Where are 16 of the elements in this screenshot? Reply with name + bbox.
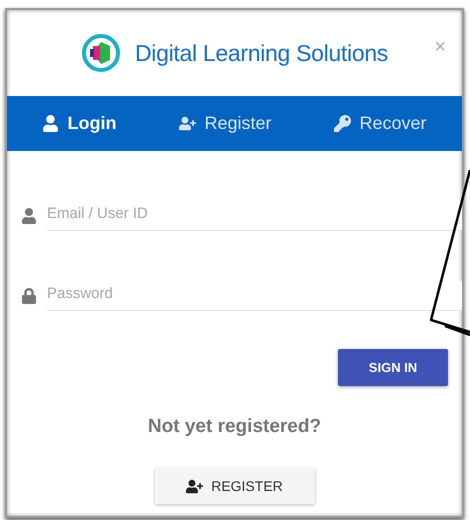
add-user-icon — [186, 478, 204, 494]
add-user-icon — [179, 115, 196, 132]
tab[interactable]: Register — [173, 112, 278, 135]
register-prompt: Not yet registered? — [148, 416, 322, 438]
key-icon — [334, 115, 352, 132]
tab[interactable]: Login — [36, 112, 122, 135]
input-field[interactable]: Password — [47, 281, 462, 311]
tab[interactable]: Recover — [328, 112, 432, 135]
register-button[interactable]: REGISTER — [154, 468, 314, 504]
sign-in-button[interactable]: SIGN IN — [338, 349, 448, 386]
logo-icon — [80, 33, 121, 73]
user-icon — [21, 208, 37, 224]
user-icon — [42, 115, 60, 132]
app-title: Digital Learning Solutions — [134, 40, 388, 66]
input-field[interactable]: Email / User ID — [47, 201, 462, 231]
lock-icon — [21, 288, 37, 304]
